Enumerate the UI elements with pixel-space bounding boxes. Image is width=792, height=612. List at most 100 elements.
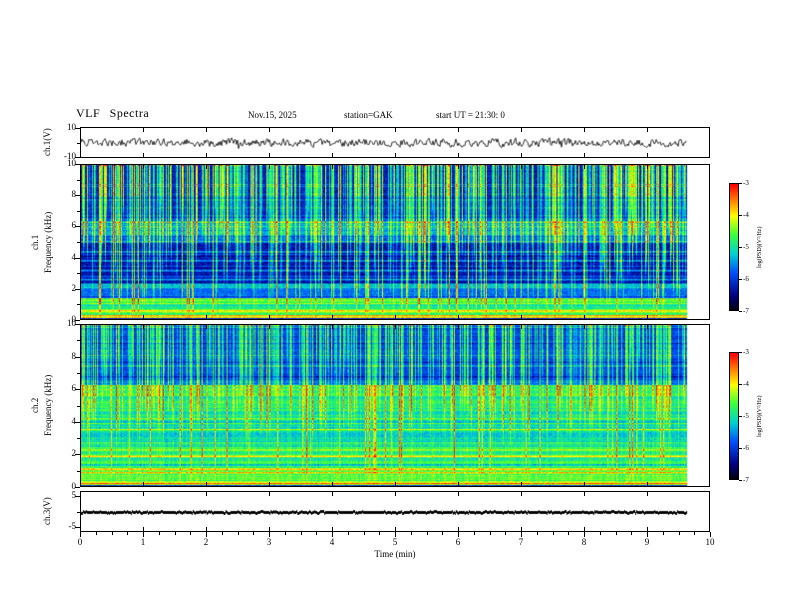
tick-mark [301,532,302,535]
ch2-frequency-axis-label: Frequency (kHz) [43,374,53,437]
tick-mark [269,315,270,319]
tick-mark [206,527,207,531]
tick-mark [77,180,80,181]
tick-label: 9 [644,537,650,547]
tick-mark [316,532,317,535]
tick-mark [77,143,80,144]
tick-mark [490,532,491,535]
tick-label: 10 [67,318,76,328]
tick-mark [269,128,270,132]
tick-mark [77,242,80,243]
ch3-waveform-panel [80,491,710,532]
tick-mark [458,482,459,486]
tick-mark [175,532,176,535]
tick-mark [395,315,396,319]
tick-mark [395,165,396,169]
tick-mark [647,165,648,169]
tick-label: 8 [71,189,77,199]
tick-label: -3 [743,179,749,187]
tick-mark [143,128,144,132]
tick-mark [395,527,396,531]
tick-mark [663,532,664,535]
tick-label: 7 [518,537,524,547]
tick-mark [584,325,585,329]
tick-mark [112,532,113,535]
tick-mark [505,532,506,535]
tick-mark [253,532,254,535]
tick-mark [77,340,80,341]
tick-mark [739,416,742,417]
tick-mark [395,482,396,486]
tick-mark [584,153,585,157]
ch1-spectrogram-panel [80,164,710,320]
tick-label: 8 [581,537,587,547]
tick-mark [143,165,144,169]
tick-mark [222,532,223,535]
tick-mark [77,406,80,407]
tick-mark [679,532,680,535]
tick-mark [395,492,396,496]
tick-label: -4 [743,211,749,219]
page-title: VLF Spectra [76,106,150,120]
tick-mark [395,325,396,329]
tick-mark [739,311,742,312]
tick-mark [458,153,459,157]
tick-mark [269,153,270,157]
tick-mark [332,325,333,329]
tick-label: 6 [71,220,77,230]
tick-label: -7 [743,307,749,315]
tick-label: -5 [743,412,749,420]
tick-mark [364,532,365,535]
tick-mark [739,183,742,184]
tick-mark [458,492,459,496]
tick-label: 10 [67,158,76,168]
tick-label: -6 [743,444,749,452]
tick-mark [584,482,585,486]
tick-mark [584,128,585,132]
tick-mark [77,471,80,472]
tick-mark [143,482,144,486]
tick-mark [521,482,522,486]
tick-mark [395,153,396,157]
tick-label: 2 [203,537,209,547]
tick-label: 5 [71,490,77,500]
tick-mark [553,532,554,535]
tick-mark [739,384,742,385]
tick-mark [584,165,585,169]
tick-mark [96,532,97,535]
tick-mark [521,315,522,319]
tick-label: 2 [71,448,77,458]
tick-label: 3 [266,537,272,547]
tick-mark [206,315,207,319]
tick-mark [159,532,160,535]
ch2-spectrogram-panel [80,324,710,487]
ch1-colorbar-canvas [730,184,738,310]
tick-mark [694,532,695,535]
ch2-colorbar-canvas [730,353,738,479]
tick-mark [647,153,648,157]
tick-mark [584,492,585,496]
tick-label: 5 [392,537,398,547]
tick-mark [647,315,648,319]
start-time-label: start UT = 21:30: 0 [436,110,505,120]
tick-label: -3 [743,348,749,356]
tick-mark [77,438,80,439]
tick-label: -5 [68,521,77,531]
tick-mark [206,165,207,169]
ch1-frequency-axis-label: Frequency (kHz) [43,211,53,273]
tick-label: 10 [67,122,76,132]
tick-mark [77,211,80,212]
tick-mark [600,532,601,535]
ch2-colorbar [729,352,739,480]
tick-mark [206,128,207,132]
ch3-waveform-canvas [81,492,709,531]
tick-mark [739,448,742,449]
tick-mark [521,153,522,157]
ch2-spectrogram-canvas [81,325,709,486]
tick-mark [458,325,459,329]
tick-mark [739,480,742,481]
tick-mark [332,165,333,169]
tick-mark [206,325,207,329]
tick-mark [269,482,270,486]
tick-mark [458,128,459,132]
